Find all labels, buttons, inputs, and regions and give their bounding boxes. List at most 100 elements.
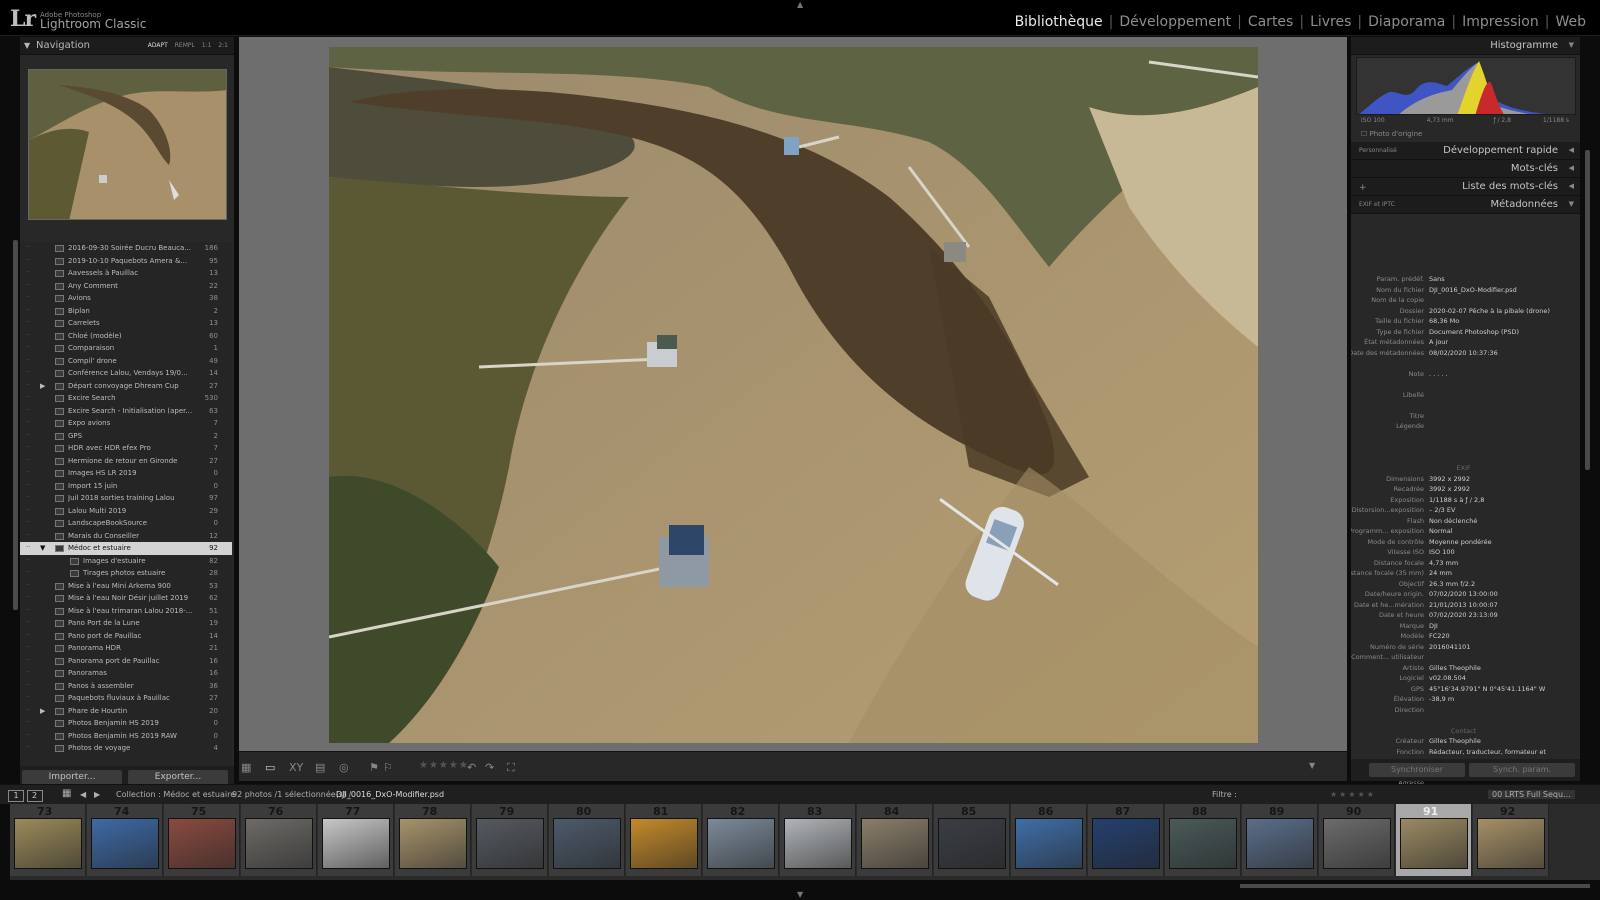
collection-item[interactable]: ·· Images HS LR 2019 0 — [20, 467, 232, 480]
add-keyword-icon[interactable]: + — [1359, 183, 1367, 193]
bottom-panel-toggle-icon[interactable]: ▼ — [797, 890, 803, 899]
filmstrip-thumbnail[interactable]: 74 — [87, 804, 163, 876]
collection-item[interactable]: ·· Avions 38 — [20, 292, 232, 305]
collection-item[interactable]: ·· Excire Search - Initialisation (aper..… — [20, 405, 232, 418]
forward-arrow-icon[interactable]: ▶ — [94, 790, 100, 799]
collection-item[interactable]: ·· Panorama HDR 21 — [20, 642, 232, 655]
collection-item[interactable]: ·· Conférence Lalou, Vendays 19/0... 14 — [20, 367, 232, 380]
collection-item[interactable]: ·· Photos Benjamin HS 2019 RAW 0 — [20, 730, 232, 743]
metadata-value[interactable]: 07/02/2020 23:13:09 — [1429, 611, 1498, 619]
metadata-value[interactable]: Non déclenché — [1429, 517, 1477, 525]
keywords-header[interactable]: Mots-clés ◀ — [1351, 160, 1580, 178]
collection-item[interactable]: ·· 2019-10-10 Paquebots Amera &... 95 — [20, 255, 232, 268]
collection-item[interactable]: ·· LandscapeBookSource 0 — [20, 517, 232, 530]
collection-item[interactable]: ·· Photos de voyage 4 — [20, 742, 232, 755]
collection-item[interactable]: ·· Excire Search 530 — [20, 392, 232, 405]
star-rating[interactable]: ★★★★★ — [419, 760, 469, 771]
collection-path[interactable]: Collection : Médoc et estuaire — [116, 790, 235, 799]
metadata-value[interactable]: 26.3 mm f/2.2 — [1429, 580, 1475, 588]
module-impression[interactable]: Impression — [1456, 14, 1545, 30]
collection-item[interactable]: ·· Mise à l'eau trimaran Lalou 2018-... 51 — [20, 605, 232, 618]
metadata-value[interactable]: Gilles Theophile — [1429, 664, 1481, 672]
left-panel-scrollbar[interactable] — [13, 240, 18, 610]
metadata-value[interactable]: FC220 — [1429, 632, 1450, 640]
filmstrip-scrollbar[interactable] — [1240, 884, 1590, 888]
metadata-value[interactable]: 24 mm — [1429, 569, 1452, 577]
zoom-fill[interactable]: REMPL — [175, 42, 195, 49]
flag-icon[interactable]: ⚑ — [369, 761, 379, 774]
expand-triangle-icon[interactable]: ▶ — [40, 707, 45, 715]
zoom-fit[interactable]: ADAPT — [148, 42, 168, 49]
sync-button[interactable]: Synchroniser — [1369, 763, 1465, 777]
expand-triangle-icon[interactable]: ▼ — [40, 544, 45, 552]
collection-item[interactable]: ·· 2016-09-30 Soirée Ducru Beauca... 186 — [20, 242, 232, 255]
filmstrip-thumbnail[interactable]: 83 — [780, 804, 856, 876]
main-photo[interactable] — [329, 47, 1258, 743]
metadata-value[interactable]: 2016041101 — [1429, 643, 1470, 651]
metadata-value[interactable]: Moyenne pondérée — [1429, 538, 1492, 546]
filmstrip-thumbnail[interactable]: 89 — [1242, 804, 1318, 876]
toolbar-menu-icon[interactable]: ▼ — [1309, 761, 1315, 770]
collection-item[interactable]: ·· ▼ Médoc et estuaire 92 — [20, 542, 232, 555]
metadata-value[interactable]: ISO 100 — [1429, 548, 1455, 556]
collection-item[interactable]: ·· ▶ Départ convoyage Dhream Cup 27 — [20, 380, 232, 393]
metadata-value[interactable]: 4,73 mm — [1429, 559, 1458, 567]
metadata-value[interactable]: Document Photoshop (PSD) — [1429, 328, 1519, 336]
quick-develop-header[interactable]: Personnalisé Développement rapide ◀ — [1351, 142, 1580, 160]
metadata-value[interactable]: . . . . . — [1429, 370, 1448, 378]
filter-preset[interactable]: 00 LRTS Full Sequ... — [1488, 790, 1575, 799]
collection-item[interactable]: ·· Mise à l'eau Noir Désir juillet 2019 62 — [20, 592, 232, 605]
collection-item[interactable]: ·· Chloé (modèle) 60 — [20, 330, 232, 343]
metadata-value[interactable]: Sans — [1429, 275, 1445, 283]
metadata-value[interactable]: – 2/3 EV — [1429, 506, 1455, 514]
module-livres[interactable]: Livres — [1304, 14, 1357, 30]
quick-develop-preset[interactable]: Personnalisé — [1359, 147, 1397, 154]
collection-item[interactable]: ·· Expo avions 7 — [20, 417, 232, 430]
filmstrip-thumbnail[interactable]: 84 — [857, 804, 933, 876]
sub-collection-item[interactable]: ·· Images d'estuaire 82 — [20, 555, 232, 568]
collection-item[interactable]: ·· Carrelets 13 — [20, 317, 232, 330]
collection-item[interactable]: ·· HDR avec HDR efex Pro 7 — [20, 442, 232, 455]
collection-item[interactable]: ·· Hermione de retour en Gironde 27 — [20, 455, 232, 468]
collection-item[interactable]: ·· Comparaison 1 — [20, 342, 232, 355]
metadata-value[interactable]: 21/01/2013 10:00:07 — [1429, 601, 1498, 609]
module-diaporama[interactable]: Diaporama — [1362, 14, 1451, 30]
original-photo-checkbox[interactable]: ☐ Photo d'origine — [1361, 130, 1422, 138]
collection-item[interactable]: ·· Pano port de Pauillac 14 — [20, 630, 232, 643]
collection-item[interactable]: ·· Paquebots fluviaux à Pauillac 27 — [20, 692, 232, 705]
module-bibliotheque[interactable]: Bibliothèque — [1009, 14, 1109, 30]
collection-item[interactable]: ·· Biplan 2 — [20, 305, 232, 318]
metadata-value[interactable]: 3992 x 2992 — [1429, 485, 1470, 493]
keyword-list-header[interactable]: + Liste des mots-clés ◀ — [1351, 178, 1580, 196]
page-2-button[interactable]: 2 — [26, 790, 43, 802]
sync-params-button[interactable]: Synch. param. — [1469, 763, 1575, 777]
collection-item[interactable]: ·· Panorama port de Pauillac 16 — [20, 655, 232, 668]
collection-item[interactable]: ·· Photos Benjamin HS 2019 0 — [20, 717, 232, 730]
metadata-value[interactable]: -38,9 m — [1429, 695, 1454, 703]
filmstrip-thumbnail[interactable]: 76 — [241, 804, 317, 876]
top-panel-toggle-icon[interactable]: ▲ — [797, 0, 803, 9]
filmstrip-thumbnail[interactable]: 82 — [703, 804, 779, 876]
metadata-value[interactable]: 3992 x 2992 — [1429, 475, 1470, 483]
filmstrip-thumbnail[interactable]: 85 — [934, 804, 1010, 876]
grid-view-icon[interactable]: ▦ — [241, 761, 251, 774]
navigator-preview[interactable] — [28, 69, 227, 220]
metadata-value[interactable]: DJI_0016_DxO-Modifier.psd — [1429, 286, 1517, 294]
metadata-value[interactable]: v02.08.504 — [1429, 674, 1466, 682]
collection-item[interactable]: ·· Marais du Conseiller 12 — [20, 530, 232, 543]
collection-item[interactable]: ·· Panoramas 16 — [20, 667, 232, 680]
rotate-left-icon[interactable]: ↶ — [467, 761, 476, 774]
filmstrip-thumbnail[interactable]: 91 — [1396, 804, 1472, 876]
filmstrip-thumbnail[interactable]: 88 — [1165, 804, 1241, 876]
compare-view-icon[interactable]: XY — [289, 761, 303, 774]
metadata-value[interactable]: 45°16'34.9791" N 0°45'41.1164" W — [1429, 685, 1545, 693]
rotate-right-icon[interactable]: ↷ — [485, 761, 494, 774]
filmstrip-thumbnail[interactable]: 87 — [1088, 804, 1164, 876]
metadata-value[interactable]: Gilles Theophile — [1429, 737, 1481, 745]
grid-icon[interactable]: ▦ — [62, 788, 71, 799]
expand-triangle-icon[interactable]: ▶ — [40, 382, 45, 390]
metadata-value[interactable]: DJI — [1429, 622, 1438, 630]
metadata-value[interactable]: A jour — [1429, 338, 1448, 346]
module-cartes[interactable]: Cartes — [1242, 14, 1300, 30]
zoom-1-1[interactable]: 1:1 — [202, 42, 212, 49]
